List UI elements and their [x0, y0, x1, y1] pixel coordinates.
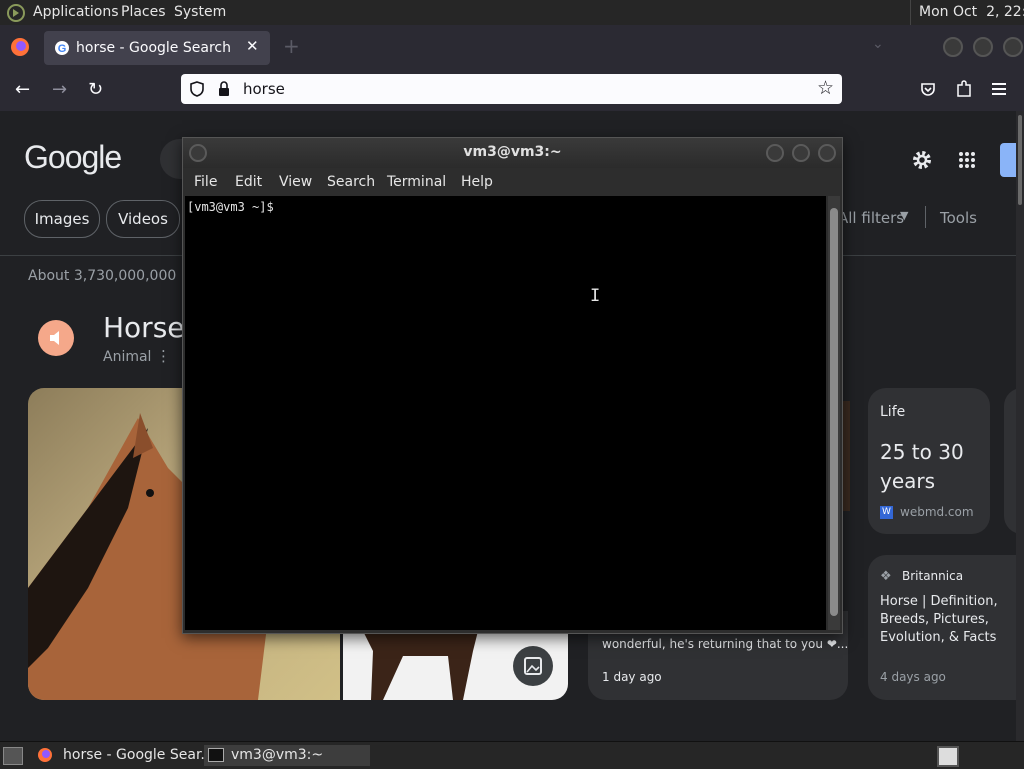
close-tab-icon[interactable]: ✕	[246, 37, 259, 55]
minimize-window-button[interactable]	[943, 37, 963, 57]
system-menu[interactable]: System	[174, 4, 226, 20]
forward-icon[interactable]: →	[52, 79, 67, 100]
webmd-favicon-icon: W	[880, 506, 893, 519]
back-icon[interactable]: ←	[15, 79, 30, 100]
taskbar-item-terminal[interactable]: vm3@vm3:~	[204, 745, 370, 766]
pocket-icon[interactable]	[920, 81, 936, 97]
image-search-icon[interactable]	[513, 646, 553, 686]
britannica-card[interactable]: ❖ Britannica Horse | Definition, Breeds,…	[868, 555, 1024, 700]
settings-gear-icon[interactable]	[910, 148, 934, 172]
menu-file[interactable]: File	[194, 174, 217, 190]
chip-images[interactable]: Images	[24, 200, 100, 238]
google-apps-icon[interactable]	[958, 151, 976, 169]
brit-source: Britannica	[902, 569, 964, 583]
brit-age: 4 days ago	[880, 670, 946, 684]
firefox-taskbar-icon	[37, 747, 53, 763]
terminal-title: vm3@vm3:~	[463, 144, 562, 160]
taskbar-item-browser[interactable]: horse - Google Sear...	[33, 745, 214, 766]
more-options-icon[interactable]: ⋮	[156, 347, 171, 365]
tab-title: horse - Google Search	[76, 40, 231, 56]
bookmark-star-icon[interactable]: ☆	[817, 77, 834, 99]
all-filters-button[interactable]: All filters	[838, 209, 904, 227]
taskbar-terminal-label: vm3@vm3:~	[231, 747, 324, 763]
terminal-scrollbar[interactable]	[828, 196, 840, 630]
terminal-prompt: [vm3@vm3 ~]$	[187, 200, 274, 214]
page-scrollbar[interactable]	[1016, 111, 1024, 741]
taskbar-browser-label: horse - Google Sear...	[63, 747, 214, 763]
svg-text:G: G	[58, 43, 67, 55]
life-label: Life	[880, 404, 906, 420]
firefox-icon[interactable]	[10, 37, 30, 57]
panel-divider	[910, 0, 911, 25]
terminal-close-button[interactable]	[818, 144, 836, 162]
results-count: About 3,730,000,000 re	[28, 268, 195, 284]
life-source[interactable]: webmd.com	[900, 505, 974, 519]
brit-title[interactable]: Horse | Definition, Breeds, Pictures, Ev…	[880, 593, 1020, 647]
terminal-taskbar-icon	[208, 748, 224, 762]
url-bar[interactable]: horse ☆	[181, 74, 842, 104]
menu-search[interactable]: Search	[327, 174, 375, 190]
page-scrollbar-thumb[interactable]	[1018, 115, 1022, 205]
top-panel: Applications Places System Mon Oct 2, 22…	[0, 0, 1024, 26]
pronounce-speaker-icon[interactable]	[38, 320, 74, 356]
google-logo[interactable]: Google	[24, 139, 122, 176]
text-cursor-icon: I	[590, 286, 601, 306]
new-tab-icon[interactable]: +	[283, 34, 300, 58]
post-snippet: wonderful, he's returning that to you ❤.…	[602, 637, 849, 651]
menu-terminal[interactable]: Terminal	[387, 174, 446, 190]
places-menu[interactable]: Places	[121, 4, 166, 20]
life-expectancy-card[interactable]: Life 25 to 30 years W webmd.com	[868, 388, 990, 534]
menu-help[interactable]: Help	[461, 174, 493, 190]
hamburger-menu-icon[interactable]	[992, 82, 1008, 96]
terminal-maximize-button[interactable]	[792, 144, 810, 162]
terminal-output[interactable]: [vm3@vm3 ~]$ I	[185, 196, 826, 630]
list-tabs-icon[interactable]: ⌄	[872, 36, 884, 52]
browser-tabstrip: G horse - Google Search ✕ + ⌄	[0, 25, 1024, 69]
life-value: 25 to 30 years	[880, 440, 964, 493]
url-text[interactable]: horse	[243, 80, 285, 98]
bottom-taskbar: horse - Google Sear... vm3@vm3:~	[0, 741, 1024, 769]
terminal-titlebar[interactable]: vm3@vm3:~	[183, 138, 842, 168]
applications-menu[interactable]: Applications	[33, 4, 119, 20]
extensions-icon[interactable]	[956, 80, 972, 98]
google-favicon-icon: G	[54, 40, 70, 56]
show-desktop-icon[interactable]	[3, 747, 23, 765]
terminal-menubar: File Edit View Search Terminal Help	[183, 168, 842, 196]
workspace-switcher[interactable]	[937, 746, 959, 767]
shield-icon[interactable]	[190, 81, 204, 97]
entity-subtitle: Animal	[103, 349, 152, 365]
chip-videos[interactable]: Videos	[106, 200, 180, 238]
maximize-window-button[interactable]	[973, 37, 993, 57]
chevron-down-icon: ▼	[900, 209, 909, 222]
terminal-scrollbar-thumb[interactable]	[830, 208, 838, 616]
tools-button[interactable]: Tools	[940, 209, 977, 227]
filter-divider	[925, 206, 926, 228]
gnome-foot-icon[interactable]	[6, 3, 26, 23]
menu-view[interactable]: View	[279, 174, 312, 190]
browser-toolbar: ← → ↻ horse ☆	[0, 69, 1024, 112]
clock[interactable]: Mon Oct 2, 22:25	[919, 4, 1024, 20]
entity-title: Horse	[103, 311, 185, 344]
lock-icon[interactable]	[218, 81, 230, 97]
terminal-window[interactable]: vm3@vm3:~ File Edit View Search Terminal…	[182, 137, 843, 634]
tab-horse-search[interactable]: G horse - Google Search ✕	[44, 31, 270, 65]
reload-icon[interactable]: ↻	[88, 79, 103, 100]
close-window-button[interactable]	[1003, 37, 1023, 57]
terminal-minimize-button[interactable]	[766, 144, 784, 162]
britannica-favicon-icon: ❖	[880, 569, 892, 584]
post-age: 1 day ago	[602, 670, 662, 684]
menu-edit[interactable]: Edit	[235, 174, 262, 190]
